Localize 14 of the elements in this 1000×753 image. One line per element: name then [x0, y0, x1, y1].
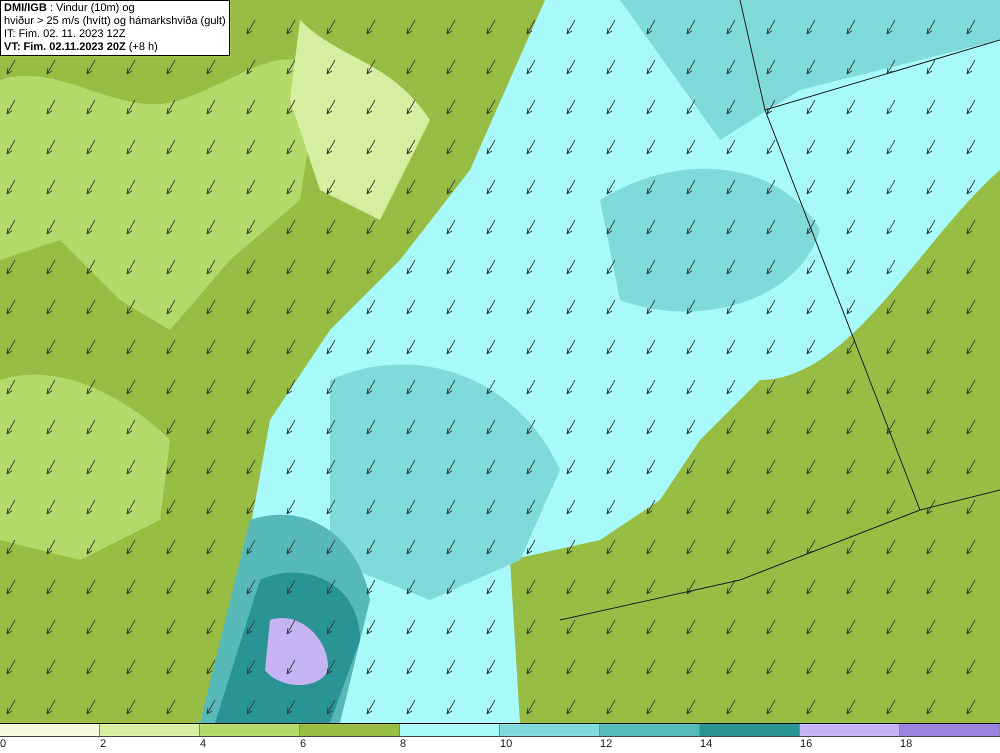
info-line: IT: Fim. 02. 11. 2023 12Z	[4, 28, 126, 41]
legend-tick-label: 16	[800, 738, 812, 750]
info-line: hviður > 25 m/s (hvítt) og hámarkshviða (gult)	[4, 15, 226, 28]
legend-tick-label: 18	[900, 738, 912, 750]
legend-tick-label: 12	[600, 738, 612, 750]
info-line: VT: Fim. 02.11.2023 20Z (+8 h)	[4, 41, 159, 54]
info-line: DMI/IGB : Vindur (10m) og	[4, 2, 136, 15]
legend-tick-label: 14	[700, 738, 712, 750]
legend-tick-label: 0	[0, 738, 6, 750]
legend-tick-label: 2	[100, 738, 106, 750]
legend-tick-label: 6	[300, 738, 306, 750]
legend-tick-label: 10	[500, 738, 512, 750]
legend-tick-label: 4	[200, 738, 206, 750]
legend-tick-label: 8	[400, 738, 406, 750]
